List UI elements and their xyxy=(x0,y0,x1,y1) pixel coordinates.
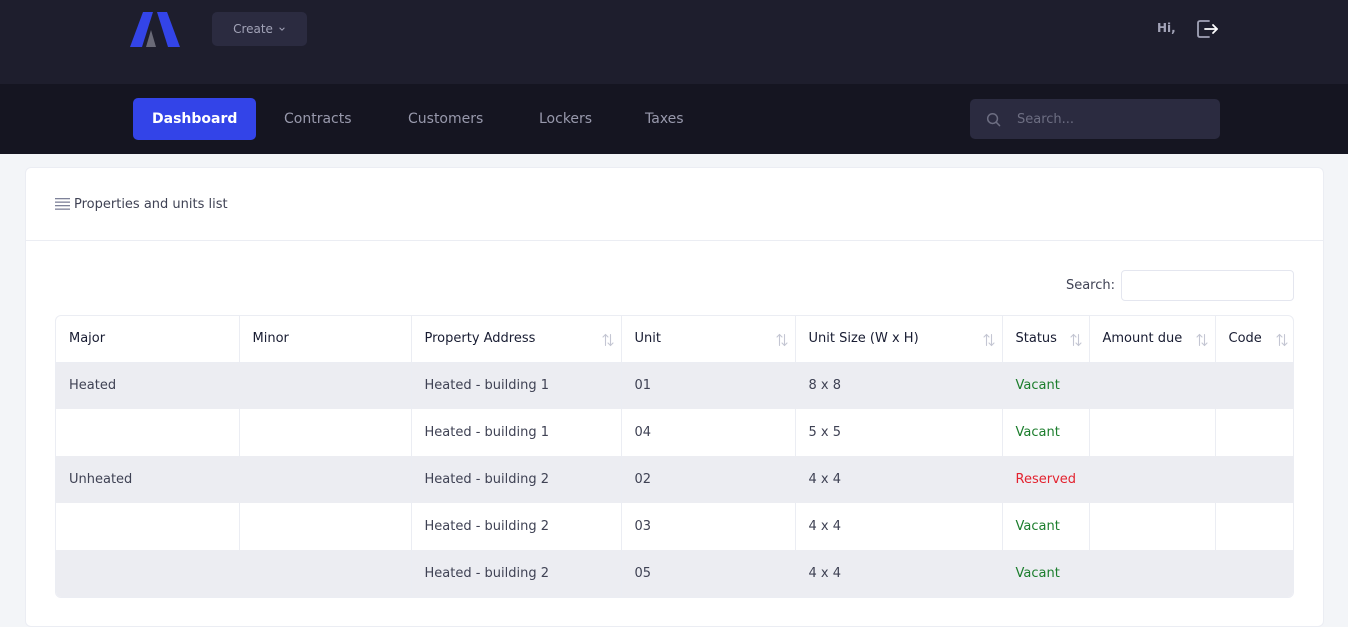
cell-minor xyxy=(239,550,412,597)
cell-amount-due xyxy=(1089,362,1216,409)
sort-icon[interactable] xyxy=(1195,333,1208,347)
cell-address: Heated - building 2 xyxy=(411,550,622,597)
user-greeting: Hi, xyxy=(1157,21,1176,35)
cell-major: Unheated xyxy=(56,456,240,503)
sort-icon[interactable] xyxy=(775,333,788,347)
cell-minor xyxy=(239,362,412,409)
sort-icon[interactable] xyxy=(982,333,995,347)
cell-major xyxy=(56,550,240,597)
brand-logo[interactable] xyxy=(130,12,180,48)
cell-status: Reserved xyxy=(1002,456,1090,503)
table-row[interactable]: Unheated Heated - building 2 02 4 x 4 Re… xyxy=(56,456,1293,503)
cell-address: Heated - building 2 xyxy=(411,503,622,550)
column-header-minor[interactable]: Minor xyxy=(239,316,412,363)
cell-major: Heated xyxy=(56,362,240,409)
cell-size: 4 x 4 xyxy=(795,550,1003,597)
cell-size: 5 x 5 xyxy=(795,409,1003,456)
cell-code xyxy=(1215,362,1293,409)
column-header-status[interactable]: Status xyxy=(1002,316,1090,363)
card-header: Properties and units list xyxy=(26,168,1323,241)
cell-status: Vacant xyxy=(1002,409,1090,456)
logout-icon[interactable] xyxy=(1195,17,1219,41)
cell-minor xyxy=(239,503,412,550)
column-header-amount-due[interactable]: Amount due xyxy=(1089,316,1216,363)
nav-taxes[interactable]: Taxes xyxy=(626,98,703,140)
cell-amount-due xyxy=(1089,503,1216,550)
column-header-major[interactable]: Major xyxy=(56,316,240,363)
cell-address: Heated - building 1 xyxy=(411,362,622,409)
properties-table: Major Minor Property Address Unit Unit S… xyxy=(55,315,1294,598)
list-icon xyxy=(55,198,70,210)
cell-code xyxy=(1215,550,1293,597)
global-search[interactable] xyxy=(970,99,1220,139)
table-row[interactable]: Heated - building 2 03 4 x 4 Vacant xyxy=(56,503,1293,550)
chevron-down-icon xyxy=(279,27,285,31)
cell-unit: 01 xyxy=(621,362,796,409)
cell-address: Heated - building 2 xyxy=(411,456,622,503)
create-label: Create xyxy=(233,22,273,36)
cell-major xyxy=(56,503,240,550)
nav-customers[interactable]: Customers xyxy=(389,98,502,140)
table-row[interactable]: Heated - building 1 04 5 x 5 Vacant xyxy=(56,409,1293,456)
sort-icon[interactable] xyxy=(1069,333,1082,347)
properties-card: Properties and units list Search: Major … xyxy=(25,167,1324,627)
cell-amount-due xyxy=(1089,550,1216,597)
table-search-label: Search: xyxy=(1065,278,1115,293)
sort-icon[interactable] xyxy=(601,333,614,347)
table-search-input[interactable] xyxy=(1121,270,1294,301)
main-navbar: Dashboard Contracts Customers Lockers Ta… xyxy=(0,84,1348,154)
table-search: Search: xyxy=(1066,270,1294,301)
cell-amount-due xyxy=(1089,409,1216,456)
table-header-row: Major Minor Property Address Unit Unit S… xyxy=(56,316,1293,363)
cell-status: Vacant xyxy=(1002,362,1090,409)
cell-amount-due xyxy=(1089,456,1216,503)
column-header-code[interactable]: Code xyxy=(1215,316,1293,363)
cell-status: Vacant xyxy=(1002,550,1090,597)
cell-minor xyxy=(239,456,412,503)
cell-major xyxy=(56,409,240,456)
search-icon xyxy=(986,112,1001,126)
column-header-property-address[interactable]: Property Address xyxy=(411,316,622,363)
cell-minor xyxy=(239,409,412,456)
card-title: Properties and units list xyxy=(74,196,228,212)
cell-size: 4 x 4 xyxy=(795,503,1003,550)
cell-code xyxy=(1215,409,1293,456)
cell-unit: 02 xyxy=(621,456,796,503)
cell-size: 4 x 4 xyxy=(795,456,1003,503)
cell-unit: 05 xyxy=(621,550,796,597)
cell-unit: 04 xyxy=(621,409,796,456)
nav-contracts[interactable]: Contracts xyxy=(265,98,371,140)
column-header-unit[interactable]: Unit xyxy=(621,316,796,363)
nav-dashboard[interactable]: Dashboard xyxy=(133,98,257,140)
cell-code xyxy=(1215,503,1293,550)
cell-status: Vacant xyxy=(1002,503,1090,550)
column-header-unit-size[interactable]: Unit Size (W x H) xyxy=(795,316,1003,363)
nav-lockers[interactable]: Lockers xyxy=(520,98,611,140)
sort-icon[interactable] xyxy=(1276,333,1288,347)
cell-unit: 03 xyxy=(621,503,796,550)
create-dropdown-button[interactable]: Create xyxy=(212,12,307,46)
cell-code xyxy=(1215,456,1293,503)
cell-size: 8 x 8 xyxy=(795,362,1003,409)
table-row[interactable]: Heated - building 2 05 4 x 4 Vacant xyxy=(56,550,1293,597)
table-row[interactable]: Heated Heated - building 1 01 8 x 8 Vaca… xyxy=(56,362,1293,409)
top-header: Create Hi, xyxy=(0,0,1348,84)
global-search-input[interactable] xyxy=(1017,111,1197,127)
cell-address: Heated - building 1 xyxy=(411,409,622,456)
